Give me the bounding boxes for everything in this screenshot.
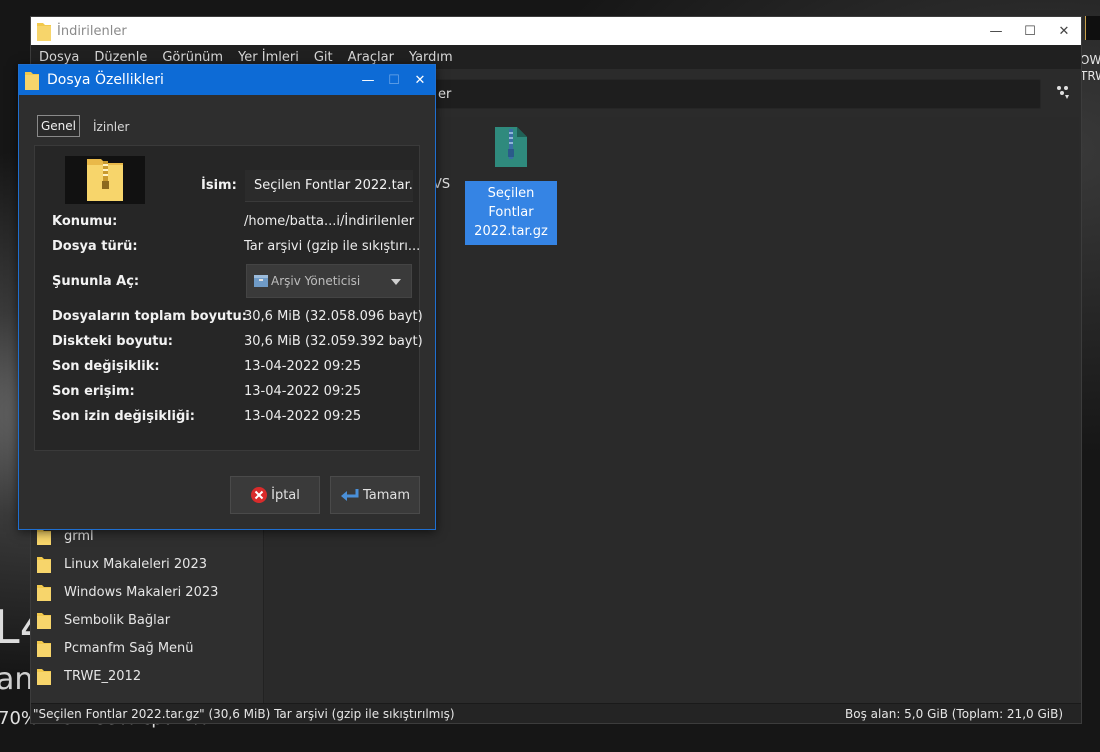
permission-changed-label: Son izin değişikliği:: [52, 409, 195, 424]
file-name-label: Seçilen Fontlar 2022.tar.gz: [465, 181, 557, 245]
folder-icon: [37, 612, 51, 629]
path-toggle-icon[interactable]: [1053, 83, 1073, 103]
maximize-button[interactable]: ☐: [1013, 17, 1047, 45]
file-type-value: Tar arşivi (gzip ile sıkıştırı...: [244, 239, 421, 254]
dialog-maximize-button[interactable]: ☐: [381, 65, 407, 95]
chevron-down-icon: [391, 279, 401, 285]
archive-manager-icon: [254, 275, 268, 287]
folder-icon: [37, 640, 51, 657]
dialog-title: Dosya Özellikleri: [47, 72, 164, 88]
window-titlebar[interactable]: İndirilenler — ☐ ✕: [31, 17, 1081, 45]
dialog-titlebar[interactable]: Dosya Özellikleri — ☐ ✕: [19, 65, 435, 95]
minimize-button[interactable]: —: [979, 17, 1013, 45]
desktop-date-text: an: [0, 662, 34, 697]
window-title: İndirilenler: [57, 23, 127, 39]
menu-go[interactable]: Git: [314, 50, 333, 65]
file-type-label: Dosya türü:: [52, 239, 138, 254]
path-text: er: [438, 87, 452, 102]
dialog-minimize-button[interactable]: —: [355, 65, 381, 95]
folder-icon: [37, 23, 51, 41]
location-value: /home/batta...i/İndirilenler: [244, 214, 415, 229]
close-button[interactable]: ✕: [1047, 17, 1081, 45]
menu-bookmarks[interactable]: Yer İmleri: [238, 50, 299, 65]
menu-view[interactable]: Görünüm: [162, 50, 223, 65]
ok-button[interactable]: Tamam: [330, 476, 420, 514]
dialog-close-button[interactable]: ✕: [407, 65, 433, 95]
tab-general[interactable]: Genel: [37, 115, 81, 137]
accessed-value: 13-04-2022 09:25: [244, 384, 362, 399]
archive-icon: [495, 127, 527, 167]
menu-tools[interactable]: Araçlar: [348, 50, 394, 65]
archive-folder-icon: [87, 159, 123, 201]
menu-help[interactable]: Yardım: [409, 50, 453, 65]
status-file-info: "Seçilen Fontlar 2022.tar.gz" (30,6 MiB)…: [33, 706, 455, 721]
side-item-sembolik-baglar[interactable]: Sembolik Bağlar: [37, 606, 170, 634]
disk-size-label: Diskteki boyutu:: [52, 334, 173, 349]
menu-edit[interactable]: Düzenle: [94, 50, 147, 65]
cancel-label: İptal: [271, 487, 300, 503]
status-free-space: Boş alan: 5,0 GiB (Toplam: 21,0 GiB): [845, 706, 1063, 721]
disk-size-value: 30,6 MiB (32.059.392 bayt): [244, 334, 423, 349]
location-label: Konumu:: [52, 214, 118, 229]
permission-changed-value: 13-04-2022 09:25: [244, 409, 362, 424]
folder-icon: [25, 72, 39, 90]
side-item-trwe-2012[interactable]: TRWE_2012: [37, 662, 141, 690]
side-item-windows-makaleleri[interactable]: Windows Makaleri 2023: [37, 578, 218, 606]
background-window-edge: [1085, 16, 1100, 40]
desktop-right-text: OW TRW: [1080, 53, 1100, 83]
open-with-value: Arşiv Yöneticisi: [271, 274, 361, 288]
folder-icon: [37, 668, 51, 685]
folder-icon: [37, 528, 51, 545]
name-label: İsim:: [201, 178, 237, 193]
accessed-label: Son erişim:: [52, 384, 135, 399]
name-field[interactable]: Seçilen Fontlar 2022.tar.: [245, 170, 413, 202]
total-size-label: Dosyaların toplam boyutu:: [52, 309, 247, 324]
modified-value: 13-04-2022 09:25: [244, 359, 362, 374]
file-thumbnail: [65, 156, 145, 204]
dialog-tabs: Genel İzinler: [37, 115, 142, 137]
enter-arrow-icon: [340, 489, 359, 501]
status-bar: "Seçilen Fontlar 2022.tar.gz" (30,6 MiB)…: [31, 703, 1081, 723]
cancel-icon: [251, 487, 268, 503]
file-properties-dialog: Dosya Özellikleri — ☐ ✕ Genel İzinler İs…: [18, 64, 436, 530]
side-item-pcmanfm-sag-menu[interactable]: Pcmanfm Sağ Menü: [37, 634, 194, 662]
path-bar[interactable]: er: [431, 79, 1041, 109]
total-size-value: 30,6 MiB (32.058.096 bayt): [244, 309, 423, 324]
open-with-label: Şununla Aç:: [52, 274, 140, 289]
menu-file[interactable]: Dosya: [39, 50, 79, 65]
modified-label: Son değişiklik:: [52, 359, 160, 374]
open-with-select[interactable]: Arşiv Yöneticisi: [246, 264, 412, 298]
folder-icon: [37, 584, 51, 601]
cancel-button[interactable]: İptal: [230, 476, 320, 514]
ok-label: Tamam: [362, 487, 411, 503]
tab-permissions[interactable]: İzinler: [90, 117, 132, 137]
file-item-selected[interactable]: Seçilen Fontlar 2022.tar.gz: [465, 123, 557, 245]
side-item-linux-makaleleri[interactable]: Linux Makaleleri 2023: [37, 550, 207, 578]
general-panel: İsim: Seçilen Fontlar 2022.tar. Konumu: …: [34, 145, 423, 451]
folder-icon: [37, 556, 51, 573]
